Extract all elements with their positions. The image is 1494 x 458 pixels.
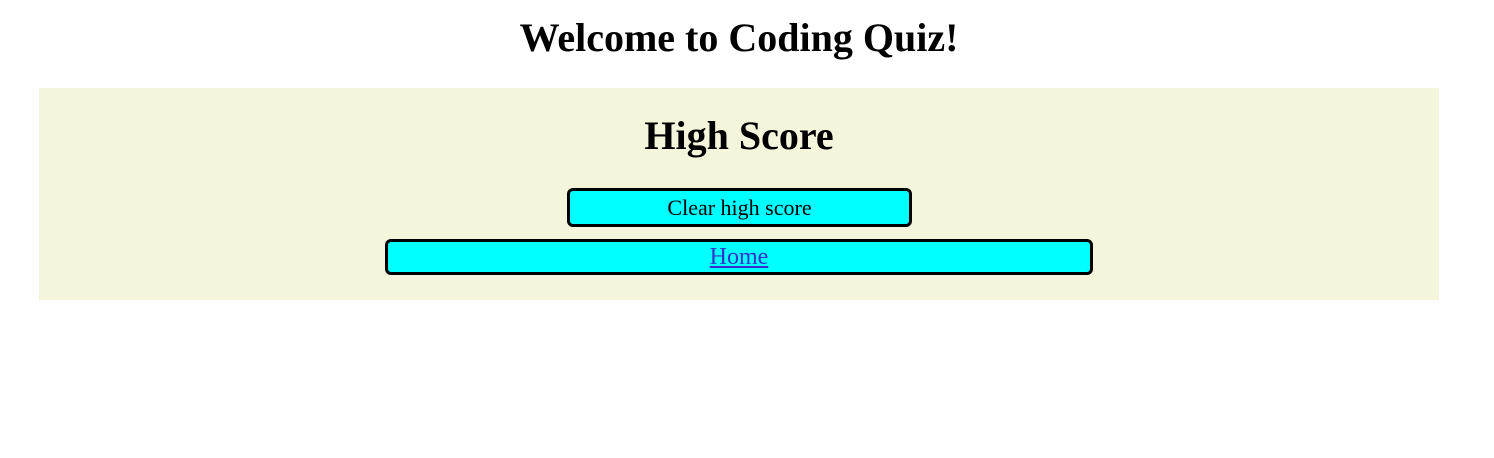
home-button[interactable]: Home [385,239,1093,275]
home-link[interactable]: Home [710,244,769,270]
page-title: Welcome to Coding Quiz! [519,15,959,60]
high-score-panel: High Score Clear high score Home [39,88,1439,300]
clear-high-score-button[interactable]: Clear high score [567,188,912,227]
high-score-title: High Score [644,113,834,158]
